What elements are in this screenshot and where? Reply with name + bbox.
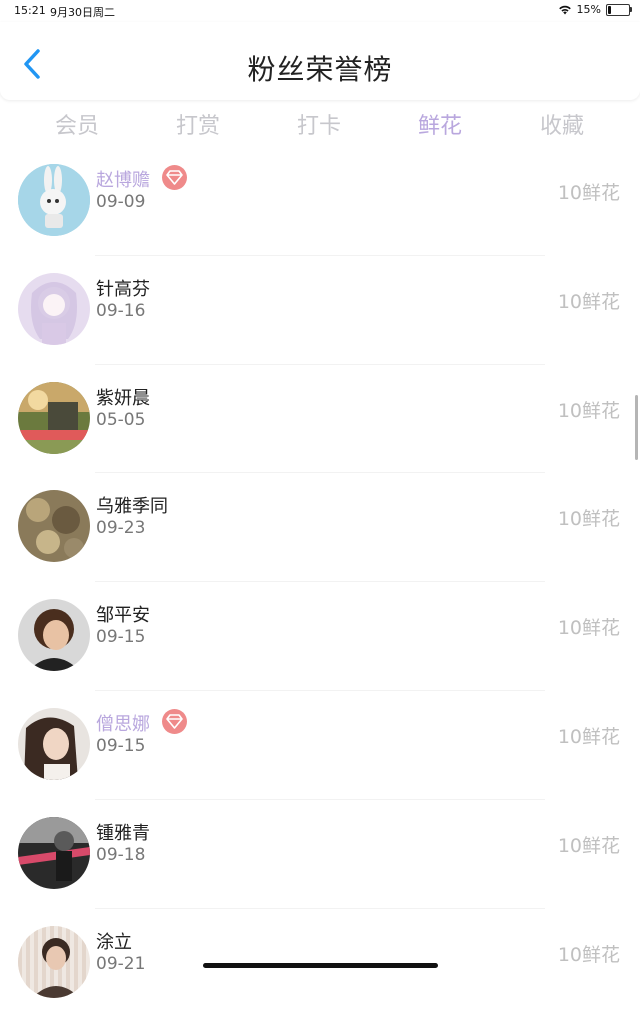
wifi-icon (558, 5, 571, 15)
member-date: 09-09 (96, 192, 146, 212)
member-name: 邹平安 (96, 605, 150, 626)
tab-favorites[interactable]: 收藏 (540, 108, 584, 140)
battery-percent: 15% (576, 3, 601, 16)
nav-header: 粉丝荣誉榜 (0, 22, 640, 100)
battery-icon (606, 3, 632, 16)
member-name: 锺雅青 (96, 823, 150, 844)
home-indicator[interactable] (203, 963, 438, 968)
status-bar: 15:21 9月30日周二 15% (0, 0, 640, 22)
flower-amount: 10鲜花 (557, 182, 620, 204)
list-item[interactable]: 乌雅季同 09-23 10鲜花 (0, 472, 640, 580)
list-item[interactable]: 针高芬 09-16 10鲜花 (0, 255, 640, 363)
avatar (18, 164, 90, 236)
flower-amount: 10鲜花 (557, 617, 620, 639)
avatar (18, 599, 90, 671)
tab-reward[interactable]: 打赏 (176, 108, 220, 140)
avatar (18, 273, 90, 345)
tab-checkin[interactable]: 打卡 (297, 108, 341, 140)
list-item[interactable]: 紫妍晨 05-05 10鲜花 (0, 364, 640, 472)
member-date: 09-18 (96, 845, 146, 865)
flower-amount: 10鲜花 (557, 508, 620, 530)
status-time: 15:21 (14, 4, 46, 17)
fan-list: 赵博赡 09-09 10鲜花 针高芬 09-16 10鲜花 紫妍晨 05-05 … (0, 150, 640, 998)
flower-amount: 10鲜花 (557, 291, 620, 313)
list-item[interactable]: 僧思娜 09-15 10鲜花 (0, 690, 640, 798)
member-name: 乌雅季同 (96, 496, 168, 517)
avatar (18, 490, 90, 562)
member-name: 紫妍晨 (96, 388, 150, 409)
member-name: 针高芬 (96, 279, 150, 300)
member-date: 05-05 (96, 410, 146, 430)
avatar (18, 382, 90, 454)
member-date: 09-23 (96, 518, 146, 538)
member-date: 09-21 (96, 954, 146, 974)
flower-amount: 10鲜花 (557, 835, 620, 857)
member-date: 09-16 (96, 301, 146, 321)
flower-amount: 10鲜花 (557, 944, 620, 966)
diamond-icon (162, 165, 187, 190)
list-item[interactable]: 锺雅青 09-18 10鲜花 (0, 799, 640, 907)
status-right: 15% (558, 3, 632, 16)
list-item[interactable]: 涂立 09-21 10鲜花 (0, 908, 640, 1016)
flower-amount: 10鲜花 (557, 726, 620, 748)
tab-flowers[interactable]: 鲜花 (418, 108, 462, 140)
member-date: 09-15 (96, 627, 146, 647)
tab-member[interactable]: 会员 (55, 108, 99, 140)
status-date: 9月30日周二 (50, 6, 115, 19)
list-item[interactable]: 邹平安 09-15 10鲜花 (0, 581, 640, 689)
flower-amount: 10鲜花 (557, 400, 620, 422)
tab-bar: 会员 打赏 打卡 鲜花 收藏 (0, 100, 640, 146)
diamond-icon (162, 709, 187, 734)
list-item[interactable]: 赵博赡 09-09 10鲜花 (0, 146, 640, 254)
avatar (18, 926, 90, 998)
scrollbar[interactable] (635, 395, 638, 460)
avatar (18, 708, 90, 780)
member-name: 赵博赡 (96, 170, 150, 191)
member-name: 僧思娜 (96, 714, 150, 735)
avatar (18, 817, 90, 889)
page-title: 粉丝荣誉榜 (247, 53, 393, 86)
member-name: 涂立 (96, 932, 132, 953)
member-date: 09-15 (96, 736, 146, 756)
